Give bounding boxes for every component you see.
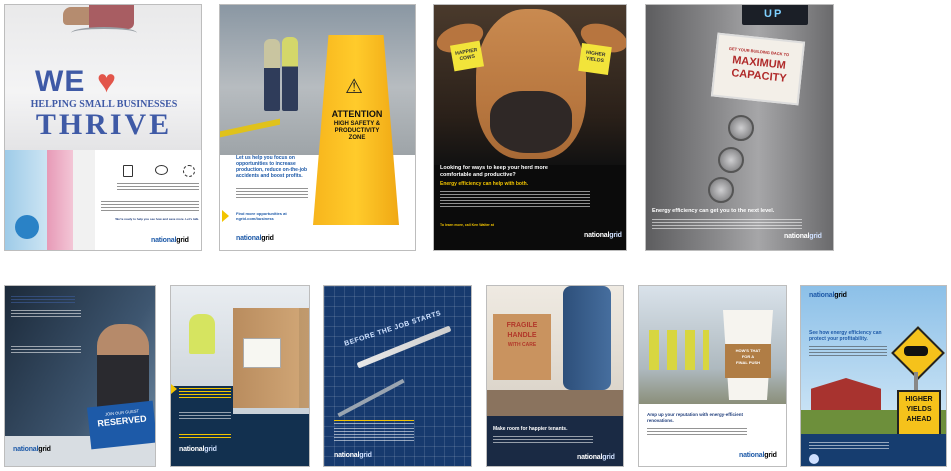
ad-headline: Looking for ways to keep your herd more … [440,165,548,178]
body-copy [440,189,590,209]
caution-triangle-icon: ⚠ [345,76,363,98]
cow-silhouette-icon [904,346,928,356]
ad-headline: Energy efficiency can get you to the nex… [652,208,775,214]
nationalgrid-logo: nationalgrid [809,292,847,299]
garment-bag-white [73,150,95,250]
sign-text-line4: ZONE [348,135,366,141]
footer-copy [809,440,889,451]
ad-headline [179,386,231,400]
body-copy [809,344,887,358]
nationalgrid-logo: nationalgrid [13,446,51,453]
ear-tag-right: HIGHER YIELDS [578,43,612,75]
shipping-label [243,338,281,368]
headline-we: WE [35,65,86,98]
ad-subhead: Energy efficiency can help with both. [440,181,529,187]
box-side-dark-2 [171,414,309,466]
heart-icon: ♥ [97,63,116,99]
sign-text-line3: PRODUCTIVITY [334,128,380,134]
worker-vest [189,314,215,354]
ad-headline: Amp up your reputation with energy-effic… [647,412,744,423]
worker-figures [649,330,709,370]
cup-text-3: FINAL PUSH [736,360,760,365]
nationalgrid-logo: nationalgrid [584,232,622,239]
ad-coffee-reputation[interactable]: HOW'S THAT FOR A FINAL PUSH Amp up your … [638,285,787,467]
chevron-right-icon [222,210,229,222]
body-copy [493,434,593,445]
box-text-fragile: FRAGILE [506,322,538,329]
ad-headline: Make room for happier tenants. [493,426,568,432]
body-copy [179,410,231,421]
yields-text-2: YIELDS [906,406,932,413]
body-copy [11,308,81,319]
body-copy [101,199,199,213]
sleeve-graphic [89,5,134,29]
worker-figure-2 [282,37,298,111]
ear-tag-left: HAPPIER COWS [449,40,485,72]
elevator-button-2 [718,147,744,173]
badge-icon [809,454,819,464]
clipboard-icon [123,165,133,177]
nationalgrid-logo: nationalgrid [151,237,189,244]
worker-figure-1 [264,39,280,111]
nationalgrid-logo: nationalgrid [334,452,372,459]
elevator-button-1 [728,115,754,141]
cow-muzzle [490,91,572,153]
icon-captions [117,181,199,192]
body-copy [652,217,802,231]
ad-dairy-farm[interactable]: HAPPIER COWS HIGHER YIELDS Looking for w… [433,4,627,251]
house-logo-icon [15,215,39,239]
ad-shipping-box[interactable]: nationalgrid [170,285,310,467]
person-legs [563,286,611,390]
display-text-up: UP [764,8,784,20]
ad-happier-tenants[interactable]: FRAGILE HANDLE WITH CARE Make room for h… [486,285,624,467]
ad-safety-productivity[interactable]: ⚠ ATTENTION HIGH SAFETY & PRODUCTIVITY Z… [219,4,416,251]
body-copy [334,426,414,443]
ad-blueprint[interactable]: BEFORE THE JOB STARTS nationalgrid [323,285,472,467]
piggy-bank-icon [155,165,168,175]
icon-list [11,344,81,355]
body-copy [236,186,308,200]
ad-hospitality[interactable]: JOIN OUR GUEST RESERVED nationalgrid [4,285,156,467]
box-text-handle: HANDLE [507,332,537,339]
garment-bag-pink [47,150,73,250]
cup-text-2: FOR A [741,354,755,359]
hanger-graphic [71,27,137,39]
sign-text-line2: HIGH SAFETY & [333,121,381,127]
yields-text-3: AHEAD [906,416,932,423]
nationalgrid-logo: nationalgrid [236,235,274,242]
nationalgrid-logo: nationalgrid [739,452,777,459]
chevron-right-icon [171,384,177,394]
cup-text-1: HOW'S THAT [735,348,761,353]
nationalgrid-logo: nationalgrid [179,446,217,453]
headline-thrive: THRIVE [35,108,173,141]
ad-higher-yields[interactable]: nationalgrid See how energy efficiency c… [800,285,947,467]
gears-icon [183,165,195,177]
ad-maximum-capacity[interactable]: UP GET YOUR BUILDING BACK TO MAXIMUM CAP… [645,4,834,251]
ad-headline: Let us help you focus on opportunities t… [236,155,308,179]
contact-line: We're ready to help you see how and save… [115,217,199,221]
elevator-button-3 [708,177,734,203]
ad-cta: Find more opportunities at ngrid.com/bus… [236,211,287,221]
box-text-care: WITH CARE [507,342,537,348]
nationalgrid-logo: nationalgrid [784,233,822,240]
ad-headline [11,294,75,305]
body-copy [647,426,747,437]
sign-text-attention: ATTENTION [331,109,383,119]
floor-rug [487,390,623,416]
ad-cta [179,432,231,440]
ad-small-business-thrive[interactable]: WE ♥ HELPING SMALL BUSINESSES THRIVE We'… [4,4,202,251]
nationalgrid-logo: nationalgrid [577,454,615,461]
ad-headline [334,418,414,426]
yields-text-1: HIGHER [905,396,933,403]
ad-cta: To learn more, call Ken Walter at [440,223,494,227]
ad-headline: See how energy efficiency can protect yo… [809,330,882,342]
